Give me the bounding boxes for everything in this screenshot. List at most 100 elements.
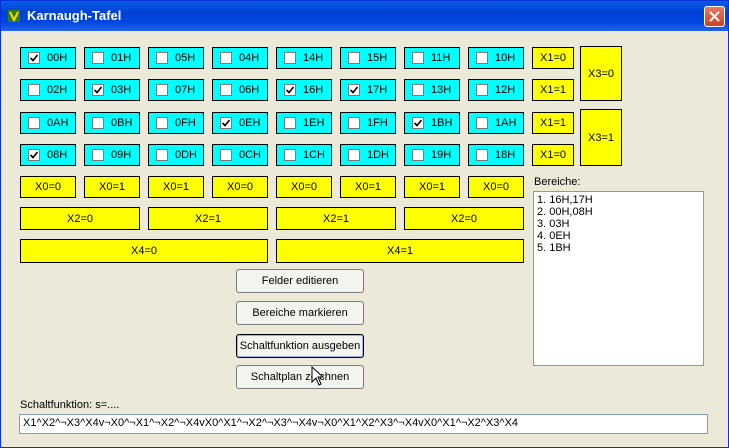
karnaugh-cell[interactable]: 1CH <box>276 144 332 166</box>
karnaugh-cell[interactable]: 08H <box>20 144 76 166</box>
cell-checkbox[interactable] <box>284 84 296 96</box>
karnaugh-cell[interactable]: 1BH <box>404 112 460 134</box>
cell-checkbox[interactable] <box>28 149 40 161</box>
cell-checkbox[interactable] <box>156 84 168 96</box>
karnaugh-cell[interactable]: 07H <box>148 79 204 101</box>
cell-checkbox[interactable] <box>476 117 488 129</box>
cell-checkbox[interactable] <box>476 84 488 96</box>
cell-label: 06H <box>239 84 260 96</box>
x1-label: X1=0 <box>532 144 574 166</box>
mark-areas-button[interactable]: Bereiche markieren <box>236 301 364 325</box>
close-button[interactable] <box>704 6 725 27</box>
checkmark-icon <box>414 119 422 127</box>
cell-label: 01H <box>111 52 132 64</box>
title-bar[interactable]: Karnaugh-Tafel <box>1 1 728 31</box>
karnaugh-cell[interactable]: 1DH <box>340 144 396 166</box>
karnaugh-cell[interactable]: 0DH <box>148 144 204 166</box>
cell-checkbox[interactable] <box>92 117 104 129</box>
list-item[interactable]: 1. 16H,17H <box>537 194 700 206</box>
x2-label: X2=0 <box>404 207 524 230</box>
cell-checkbox[interactable] <box>348 52 360 64</box>
cell-label: 0FH <box>175 117 196 129</box>
karnaugh-cell[interactable]: 18H <box>468 144 524 166</box>
output-function-button[interactable]: Schaltfunktion ausgeben <box>236 334 364 358</box>
cell-label: 17H <box>367 84 388 96</box>
karnaugh-cell[interactable]: 03H <box>84 79 140 101</box>
cell-checkbox[interactable] <box>156 149 168 161</box>
x0-label: X0=1 <box>84 176 140 198</box>
karnaugh-cell[interactable]: 06H <box>212 79 268 101</box>
cell-label: 1EH <box>303 117 325 129</box>
karnaugh-cell[interactable]: 12H <box>468 79 524 101</box>
karnaugh-cell[interactable]: 00H <box>20 47 76 69</box>
list-item[interactable]: 2. 00H,08H <box>537 206 700 218</box>
list-item[interactable]: 3. 03H <box>537 218 700 230</box>
karnaugh-cell[interactable]: 17H <box>340 79 396 101</box>
checkmark-icon <box>30 54 38 62</box>
cell-checkbox[interactable] <box>284 149 296 161</box>
schaltfunktion-field[interactable]: X1^X2^¬X3^X4v¬X0^¬X1^¬X2^¬X4vX0^X1^¬X2^¬… <box>19 414 708 434</box>
karnaugh-cell[interactable]: 11H <box>404 47 460 69</box>
list-item[interactable]: 4. 0EH <box>537 230 700 242</box>
bereiche-list[interactable]: 1. 16H,17H 2. 00H,08H 3. 03H 4. 0EH 5. 1… <box>533 191 704 366</box>
karnaugh-cell[interactable]: 05H <box>148 47 204 69</box>
cell-label: 03H <box>111 84 132 96</box>
x0-label: X0=0 <box>468 176 524 198</box>
karnaugh-cell[interactable]: 1EH <box>276 112 332 134</box>
cell-checkbox[interactable] <box>412 117 424 129</box>
cell-checkbox[interactable] <box>220 84 232 96</box>
cell-checkbox[interactable] <box>28 84 40 96</box>
karnaugh-cell[interactable]: 02H <box>20 79 76 101</box>
edit-fields-button[interactable]: Felder editieren <box>236 269 364 293</box>
x3-label: X3=1 <box>580 109 622 166</box>
mouse-cursor-icon <box>311 366 325 386</box>
karnaugh-cell[interactable]: 09H <box>84 144 140 166</box>
cell-checkbox[interactable] <box>92 52 104 64</box>
cell-label: 08H <box>47 149 68 161</box>
karnaugh-cell[interactable]: 0EH <box>212 112 268 134</box>
cell-label: 15H <box>367 52 388 64</box>
window-title: Karnaugh-Tafel <box>27 8 122 23</box>
karnaugh-cell[interactable]: 1FH <box>340 112 396 134</box>
cell-label: 10H <box>495 52 516 64</box>
karnaugh-cell[interactable]: 0BH <box>84 112 140 134</box>
cell-checkbox[interactable] <box>348 117 360 129</box>
karnaugh-cell[interactable]: 13H <box>404 79 460 101</box>
karnaugh-cell[interactable]: 0FH <box>148 112 204 134</box>
karnaugh-cell[interactable]: 10H <box>468 47 524 69</box>
cell-checkbox[interactable] <box>284 52 296 64</box>
cell-checkbox[interactable] <box>92 84 104 96</box>
list-item[interactable]: 5. 1BH <box>537 242 700 254</box>
cell-checkbox[interactable] <box>156 117 168 129</box>
karnaugh-cell[interactable]: 16H <box>276 79 332 101</box>
cell-label: 00H <box>47 52 68 64</box>
bereiche-label: Bereiche: <box>534 176 581 188</box>
cell-checkbox[interactable] <box>156 52 168 64</box>
cell-checkbox[interactable] <box>284 117 296 129</box>
cell-checkbox[interactable] <box>476 149 488 161</box>
cell-checkbox[interactable] <box>412 52 424 64</box>
cell-checkbox[interactable] <box>28 52 40 64</box>
cell-checkbox[interactable] <box>412 149 424 161</box>
cell-checkbox[interactable] <box>348 84 360 96</box>
cell-checkbox[interactable] <box>92 149 104 161</box>
karnaugh-cell[interactable]: 01H <box>84 47 140 69</box>
x0-label: X0=0 <box>276 176 332 198</box>
cell-checkbox[interactable] <box>220 149 232 161</box>
karnaugh-cell[interactable]: 14H <box>276 47 332 69</box>
karnaugh-cell[interactable]: 04H <box>212 47 268 69</box>
cell-checkbox[interactable] <box>348 149 360 161</box>
cell-checkbox[interactable] <box>220 117 232 129</box>
cell-checkbox[interactable] <box>28 117 40 129</box>
cell-label: 02H <box>47 84 68 96</box>
karnaugh-cell[interactable]: 0CH <box>212 144 268 166</box>
karnaugh-cell[interactable]: 0AH <box>20 112 76 134</box>
cell-checkbox[interactable] <box>476 52 488 64</box>
karnaugh-cell[interactable]: 19H <box>404 144 460 166</box>
cell-checkbox[interactable] <box>220 52 232 64</box>
cell-checkbox[interactable] <box>412 84 424 96</box>
karnaugh-cell[interactable]: 1AH <box>468 112 524 134</box>
app-icon <box>8 10 20 23</box>
karnaugh-cell[interactable]: 15H <box>340 47 396 69</box>
draw-schematic-button[interactable]: Schaltplan zeichnen <box>236 365 364 389</box>
